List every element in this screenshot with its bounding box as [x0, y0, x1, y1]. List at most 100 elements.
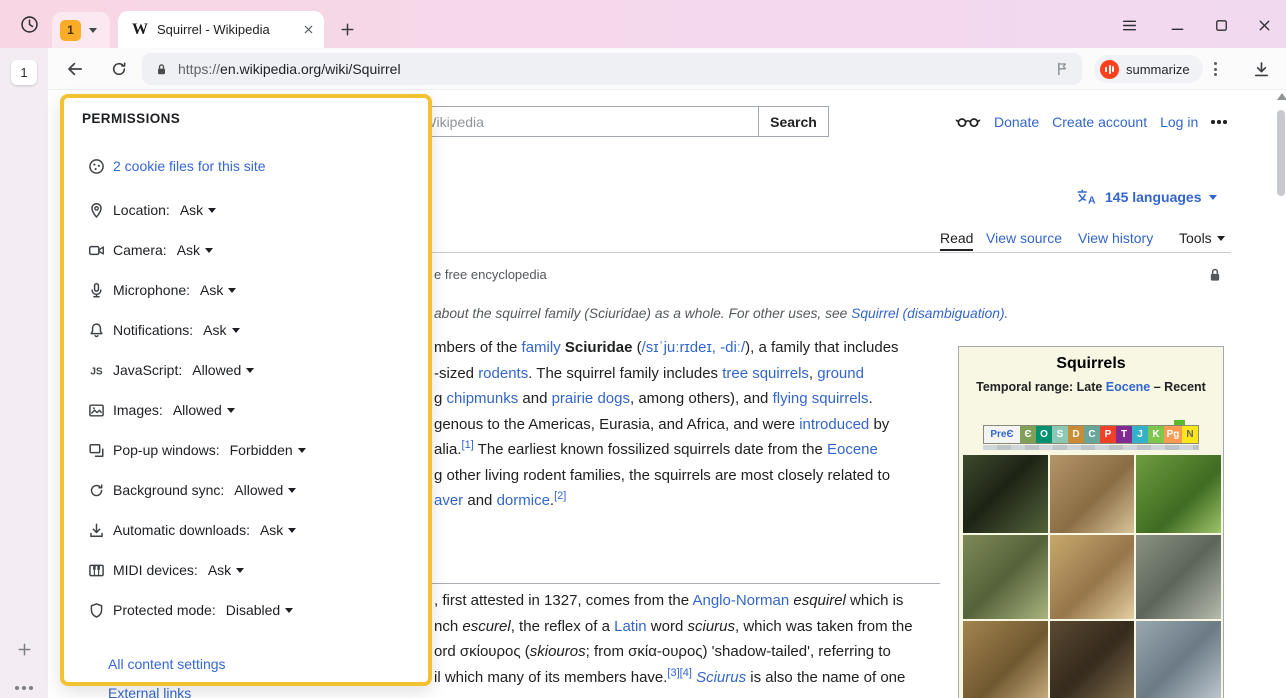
timeline-segment-T[interactable]: T: [1116, 426, 1132, 443]
text-segment: ; from σκία-ουρος) 'shadow-tailed', refe…: [586, 643, 891, 660]
wiki-link[interactable]: rodents: [478, 365, 528, 382]
tab-close-button[interactable]: [303, 24, 314, 35]
chevron-down-icon: [285, 608, 293, 613]
url-text[interactable]: https://en.wikipedia.org/wiki/Squirrel: [178, 61, 1045, 77]
wiki-link[interactable]: Anglo-Norman: [692, 592, 789, 609]
timeline-segment-PreЄ[interactable]: PreЄ: [984, 426, 1020, 443]
permission-dropdown[interactable]: Disabled: [226, 602, 293, 618]
donate-link[interactable]: Donate: [994, 114, 1039, 130]
downloads-button[interactable]: [1244, 53, 1278, 85]
text-segment: il which many of its members have.: [434, 669, 667, 686]
wiki-link[interactable]: aver: [434, 492, 463, 509]
create-account-link[interactable]: Create account: [1052, 114, 1147, 130]
chevron-down-icon: [288, 488, 296, 493]
wiki-link[interactable]: Squirrel (disambiguation): [851, 306, 1004, 321]
wiki-link[interactable]: Latin: [614, 618, 647, 635]
permission-dropdown[interactable]: Ask: [260, 522, 296, 538]
close-button[interactable]: [1250, 12, 1278, 38]
maximize-button[interactable]: [1207, 12, 1235, 38]
permission-dropdown[interactable]: Ask: [177, 242, 213, 258]
user-menu-button[interactable]: [1211, 120, 1227, 124]
rail-tab-counter-button[interactable]: 1: [11, 60, 37, 85]
permission-dropdown[interactable]: Ask: [203, 322, 239, 338]
tab-view-source[interactable]: View source: [986, 230, 1062, 246]
wiki-link[interactable]: Sciurus: [696, 669, 746, 686]
permission-dropdown[interactable]: Allowed: [173, 402, 235, 418]
permission-dropdown[interactable]: Ask: [200, 282, 236, 298]
tab-group-mini[interactable]: 1: [52, 12, 110, 48]
squirrel-photo-9[interactable]: [1136, 621, 1221, 698]
search-button[interactable]: Search: [758, 106, 829, 137]
chevron-down-icon[interactable]: [89, 28, 97, 33]
text-segment: – Recent: [1150, 380, 1206, 394]
history-button[interactable]: [14, 9, 44, 39]
tab-squirrel-wikipedia[interactable]: W Squirrel - Wikipedia: [118, 11, 324, 48]
timeline-segment-J[interactable]: J: [1132, 426, 1148, 443]
tab-tools[interactable]: Tools: [1179, 230, 1225, 246]
wiki-link[interactable]: chipmunks: [447, 390, 519, 407]
address-bar-menu-button[interactable]: [1202, 53, 1228, 85]
squirrel-photo-3[interactable]: [1136, 455, 1221, 533]
wiki-link[interactable]: prairie dogs: [552, 390, 630, 407]
external-links-link[interactable]: External links: [108, 685, 191, 698]
reference-link[interactable]: [3][4]: [667, 667, 691, 679]
new-tab-button[interactable]: [334, 16, 361, 43]
wiki-link[interactable]: /sɪˈjuːrɪdeɪ, -diː/: [642, 339, 746, 356]
squirrel-photo-4[interactable]: [963, 535, 1048, 619]
squirrel-photo-2[interactable]: [1050, 455, 1135, 533]
appearance-glasses-icon[interactable]: [955, 114, 981, 130]
wiki-link[interactable]: dormice: [497, 492, 550, 509]
permission-dropdown[interactable]: Forbidden: [230, 442, 306, 458]
back-button[interactable]: [58, 53, 92, 85]
wiki-link[interactable]: ground: [817, 365, 864, 382]
timeline-segment-Є[interactable]: Є: [1020, 426, 1036, 443]
tab-view-history[interactable]: View history: [1078, 230, 1153, 246]
timeline-segment-P[interactable]: P: [1100, 426, 1116, 443]
scrollbar-up-arrow[interactable]: [1277, 93, 1286, 100]
timeline-segment-O[interactable]: O: [1036, 426, 1052, 443]
squirrel-photo-7[interactable]: [963, 621, 1048, 698]
timeline-segment-K[interactable]: K: [1148, 426, 1164, 443]
timeline-segment-D[interactable]: D: [1068, 426, 1084, 443]
timeline-segment-N[interactable]: N: [1182, 426, 1198, 443]
cookie-files-link[interactable]: 2 cookie files for this site: [113, 158, 266, 174]
wiki-link[interactable]: tree squirrels: [722, 365, 809, 382]
minimize-button[interactable]: [1163, 12, 1191, 38]
timeline-segment-Pg[interactable]: Pg: [1164, 426, 1182, 443]
log-in-link[interactable]: Log in: [1160, 114, 1198, 130]
wiki-link[interactable]: introduced: [799, 416, 869, 433]
squirrel-photo-1[interactable]: [963, 455, 1048, 533]
lock-icon[interactable]: [154, 62, 169, 77]
wiki-link[interactable]: flying squirrels: [773, 390, 869, 407]
address-bar[interactable]: https://en.wikipedia.org/wiki/Squirrel: [142, 53, 1082, 85]
tab-read[interactable]: Read: [940, 230, 973, 251]
timeline-segment-C[interactable]: C: [1084, 426, 1100, 443]
squirrel-photo-6[interactable]: [1136, 535, 1221, 619]
rail-more-button[interactable]: [15, 686, 33, 690]
permission-dropdown[interactable]: Allowed: [192, 362, 254, 378]
permission-dropdown[interactable]: Ask: [180, 202, 216, 218]
text-segment: skiouros: [530, 643, 586, 660]
permission-row-images: Images: Allowed: [64, 390, 428, 430]
permission-icon: [88, 362, 105, 379]
rail-add-button[interactable]: [16, 641, 33, 658]
text-segment: and: [463, 492, 496, 509]
permission-dropdown[interactable]: Allowed: [234, 482, 296, 498]
text-segment: is also the name of one: [746, 669, 905, 686]
reference-link[interactable]: [2]: [554, 490, 566, 502]
bookmark-flag-icon[interactable]: [1054, 61, 1070, 77]
reload-button[interactable]: [102, 53, 136, 85]
scrollbar-thumb[interactable]: [1277, 110, 1285, 196]
all-content-settings-link[interactable]: All content settings: [108, 656, 226, 672]
wiki-link[interactable]: Eocene: [827, 441, 878, 458]
browser-menu-button[interactable]: [1115, 12, 1143, 38]
squirrel-photo-8[interactable]: [1050, 621, 1135, 698]
timeline-segment-S[interactable]: S: [1052, 426, 1068, 443]
permission-dropdown[interactable]: Ask: [208, 562, 244, 578]
wiki-link[interactable]: Eocene: [1106, 380, 1150, 394]
languages-button[interactable]: 145 languages: [1076, 188, 1217, 206]
reference-link[interactable]: [1]: [462, 439, 474, 451]
summarize-button[interactable]: summarize: [1094, 55, 1203, 83]
wiki-link[interactable]: family: [522, 339, 561, 356]
squirrel-photo-5[interactable]: [1050, 535, 1135, 619]
